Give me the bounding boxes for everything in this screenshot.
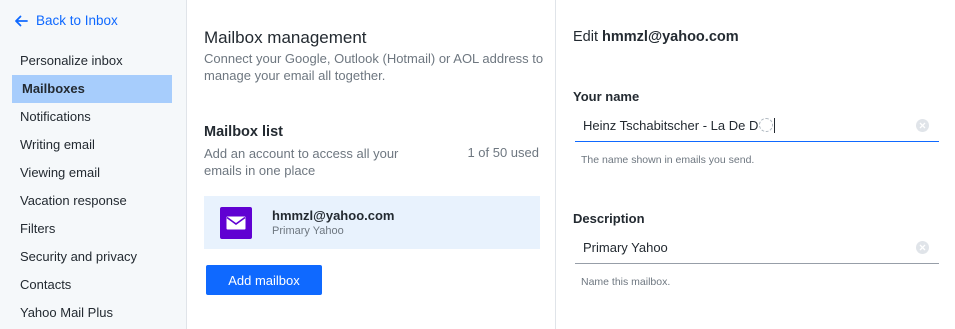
your-name-label: Your name: [573, 89, 640, 104]
sidebar-item-vacation-response[interactable]: Vacation response: [12, 187, 172, 215]
settings-nav: Personalize inbox Mailboxes Notification…: [12, 47, 172, 327]
clear-icon[interactable]: [916, 240, 929, 254]
mailbox-management-pane: Mailbox management Connect your Google, …: [188, 0, 556, 329]
edit-title-email: hmmzl@yahoo.com: [602, 29, 739, 45]
your-name-input[interactable]: [575, 117, 759, 133]
description-input[interactable]: [575, 239, 916, 255]
sidebar-item-security-privacy[interactable]: Security and privacy: [12, 243, 172, 271]
sidebar-item-notifications[interactable]: Notifications: [12, 103, 172, 131]
sidebar-item-mailboxes[interactable]: Mailboxes: [12, 75, 172, 103]
mailbox-email: hmmzl@yahoo.com: [272, 207, 395, 223]
mailbox-type: Primary Yahoo: [272, 224, 344, 237]
back-to-inbox-label: Back to Inbox: [36, 13, 118, 28]
sidebar-item-contacts[interactable]: Contacts: [12, 271, 172, 299]
add-mailbox-button[interactable]: Add mailbox: [206, 265, 322, 295]
edit-mailbox-pane: Edit hmmzl@yahoo.com Your name The name …: [557, 0, 955, 329]
clear-icon[interactable]: [916, 118, 929, 132]
mailbox-management-description: Connect your Google, Outlook (Hotmail) o…: [204, 51, 544, 83]
mailbox-count: 1 of 50 used: [467, 145, 539, 160]
sidebar-item-yahoo-mail-plus[interactable]: Yahoo Mail Plus: [12, 299, 172, 327]
your-name-hint: The name shown in emails you send.: [581, 154, 755, 166]
mail-icon: [220, 206, 252, 239]
your-name-field-wrapper: [575, 109, 939, 142]
back-to-inbox-link[interactable]: Back to Inbox: [14, 13, 118, 28]
sidebar-item-viewing-email[interactable]: Viewing email: [12, 159, 172, 187]
mailbox-management-title: Mailbox management: [204, 28, 367, 47]
edit-mailbox-title: Edit hmmzl@yahoo.com: [573, 29, 739, 45]
sidebar-item-writing-email[interactable]: Writing email: [12, 131, 172, 159]
mailbox-list-description: Add an account to access all your emails…: [204, 146, 399, 178]
mailbox-list-item[interactable]: hmmzl@yahoo.com Primary Yahoo: [204, 196, 540, 249]
description-label: Description: [573, 211, 645, 226]
description-field-wrapper: [575, 231, 939, 264]
arrow-left-icon: [15, 15, 28, 26]
settings-sidebar: Back to Inbox Personalize inbox Mailboxe…: [0, 0, 187, 329]
sidebar-item-filters[interactable]: Filters: [12, 215, 172, 243]
sidebar-item-personalize-inbox[interactable]: Personalize inbox: [12, 47, 172, 75]
edit-title-prefix: Edit: [573, 29, 598, 45]
text-caret: [774, 117, 775, 133]
emoji-icon: [759, 118, 773, 132]
mailbox-list-title: Mailbox list: [204, 124, 283, 140]
description-hint: Name this mailbox.: [581, 276, 671, 288]
